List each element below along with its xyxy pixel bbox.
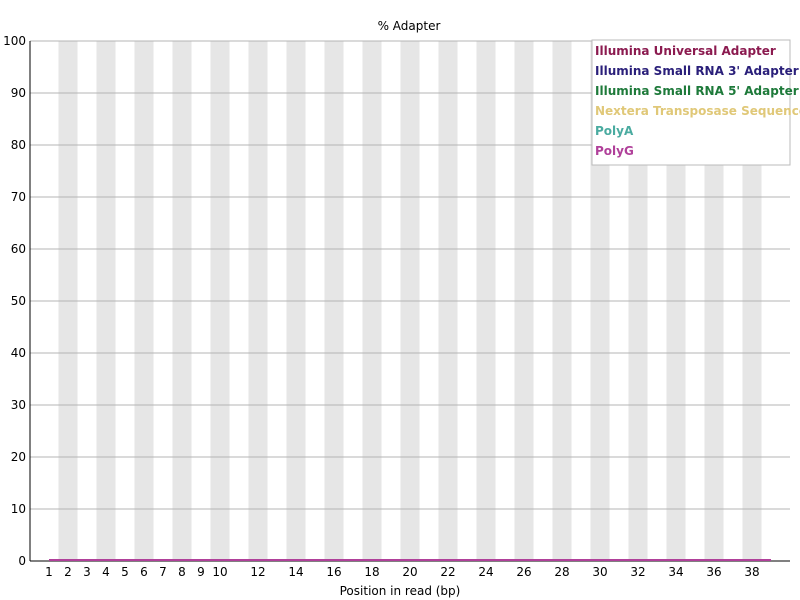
y-tick-label-80: 80 [11, 138, 26, 152]
y-tick-label-100: 100 [3, 34, 26, 48]
legend-item-3: Nextera Transposase Sequence [595, 104, 800, 118]
x-tick-label-30: 30 [592, 565, 607, 579]
x-tick-label-16: 16 [326, 565, 341, 579]
y-tick-label-40: 40 [11, 346, 26, 360]
legend: Illumina Universal Adapter Illumina Small… [591, 39, 800, 166]
legend-item-4: PolyA [595, 124, 634, 138]
y-tick-label-60: 60 [11, 242, 26, 256]
x-tick-label-9: 9 [197, 565, 205, 579]
x-tick-label-38: 38 [744, 565, 759, 579]
y-axis-ticks: 0 10 20 30 40 50 60 70 80 90 100 [3, 34, 26, 568]
legend-item-2: Illumina Small RNA 5' Adapter [595, 84, 799, 98]
x-tick-label-8: 8 [178, 565, 186, 579]
y-tick-label-70: 70 [11, 190, 26, 204]
x-tick-label-22: 22 [440, 565, 455, 579]
y-tick-label-50: 50 [11, 294, 26, 308]
x-tick-label-6: 6 [140, 565, 148, 579]
x-tick-label-1: 1 [45, 565, 53, 579]
x-tick-label-28: 28 [554, 565, 569, 579]
x-tick-label-10: 10 [212, 565, 227, 579]
x-tick-label-7: 7 [159, 565, 167, 579]
x-tick-label-2: 2 [64, 565, 72, 579]
x-tick-label-12: 12 [250, 565, 265, 579]
x-tick-label-24: 24 [478, 565, 493, 579]
x-axis-label: Position in read (bp) [340, 584, 461, 598]
legend-item-0: Illumina Universal Adapter [595, 44, 776, 58]
x-tick-label-32: 32 [630, 565, 645, 579]
y-tick-label-0: 0 [18, 554, 26, 568]
legend-item-1: Illumina Small RNA 3' Adapter [595, 64, 799, 78]
x-tick-label-34: 34 [668, 565, 683, 579]
x-tick-label-20: 20 [402, 565, 417, 579]
x-tick-label-18: 18 [364, 565, 379, 579]
x-tick-label-36: 36 [706, 565, 721, 579]
adapter-chart: % Adapter 0102030405060708090100 1234567… [3, 19, 800, 598]
x-tick-label-14: 14 [288, 565, 303, 579]
y-tick-label-10: 10 [11, 502, 26, 516]
legend-item-5: PolyG [595, 144, 634, 158]
x-tick-label-3: 3 [83, 565, 91, 579]
x-tick-label-5: 5 [121, 565, 129, 579]
x-tick-label-26: 26 [516, 565, 531, 579]
chart-title: % Adapter [378, 19, 441, 33]
x-axis-ticks: 1 2 3 4 5 6 7 8 9 10 12 14 16 18 20 22 24 26 28 30 32 34 36 38 [45, 565, 759, 579]
y-tick-label-20: 20 [11, 450, 26, 464]
y-tick-label-90: 90 [11, 86, 26, 100]
x-tick-label-4: 4 [102, 565, 110, 579]
y-tick-label-30: 30 [11, 398, 26, 412]
